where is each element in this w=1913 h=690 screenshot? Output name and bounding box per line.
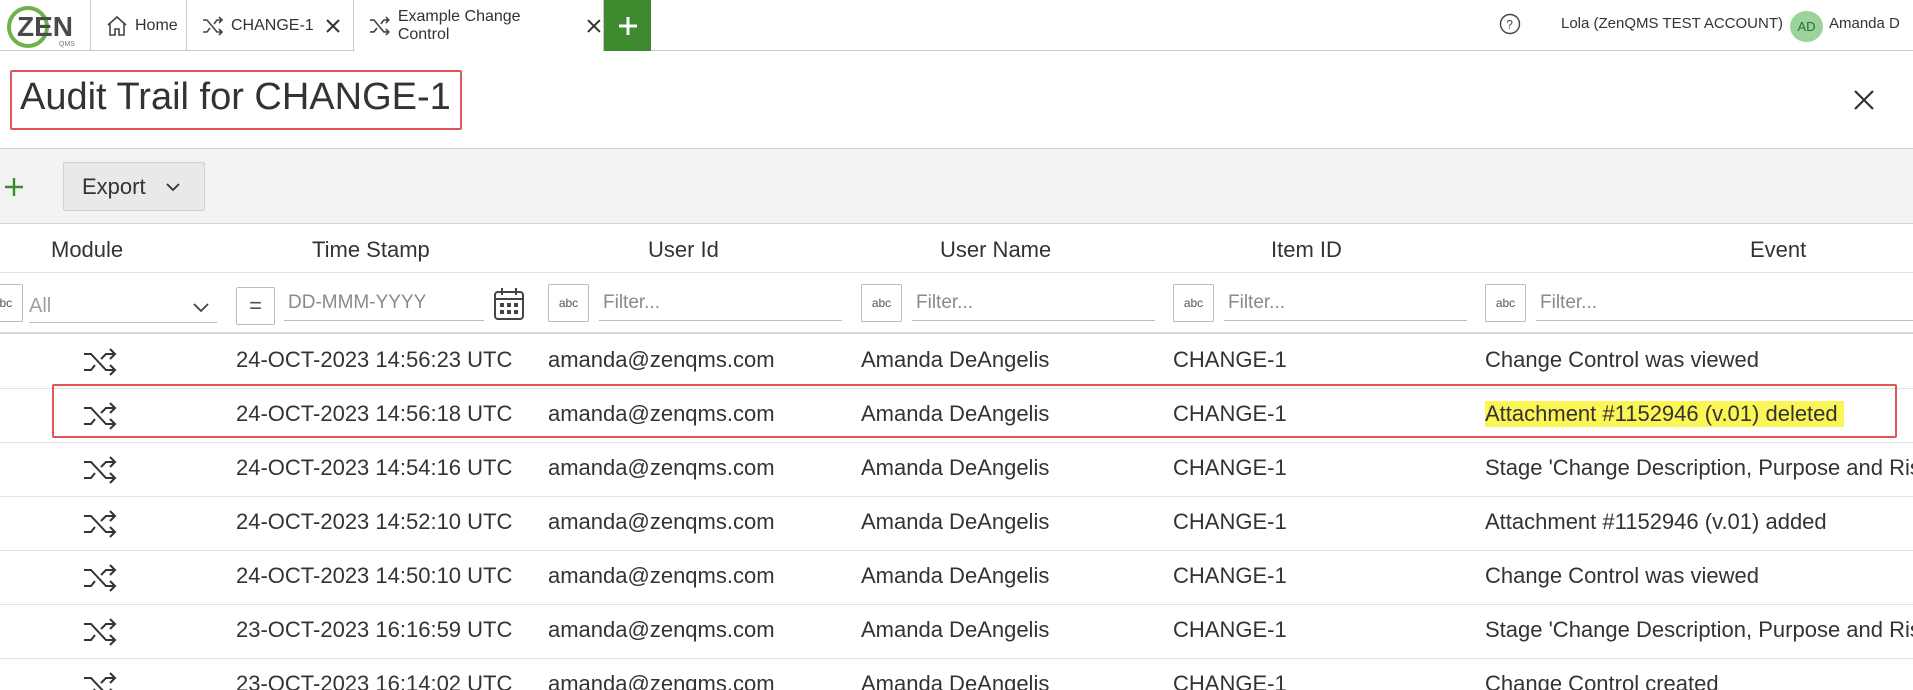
logo-text: ZEN	[17, 11, 73, 42]
event-filter-input[interactable]	[1536, 285, 1913, 321]
account-label[interactable]: Lola (ZenQMS TEST ACCOUNT)	[1561, 15, 1783, 32]
cell-item-id: CHANGE-1	[1173, 347, 1287, 372]
column-header-user-id[interactable]: User Id	[648, 237, 719, 263]
column-header-item-id[interactable]: Item ID	[1271, 237, 1342, 263]
add-tab-button[interactable]	[604, 0, 651, 51]
cell-timestamp: 24-OCT-2023 14:54:16 UTC	[236, 455, 513, 480]
page-title: Audit Trail for CHANGE-1	[20, 76, 451, 118]
module-filter-select[interactable]: All	[29, 289, 217, 323]
cell-user-id: amanda@zenqms.com	[548, 563, 775, 588]
event-filter-type-button[interactable]: abc	[1485, 284, 1526, 322]
chevron-down-icon	[193, 303, 209, 313]
help-icon[interactable]: ?	[1499, 13, 1521, 35]
tab-home[interactable]: Home	[90, 0, 187, 51]
cell-event: Attachment #1152946 (v.01) added	[1485, 509, 1827, 534]
tab-change-1-label: CHANGE-1	[231, 16, 314, 34]
cell-timestamp: 24-OCT-2023 14:50:10 UTC	[236, 563, 513, 588]
grid-header: Module Time Stamp User Id User Name Item…	[0, 225, 1913, 273]
item-id-filter-input[interactable]	[1224, 285, 1467, 321]
logo-subtext: QMS	[59, 41, 75, 48]
cell-user-name: Amanda DeAngelis	[861, 617, 1050, 642]
tab-example-change-control[interactable]: Example Change Control	[354, 0, 604, 52]
cell-user-id: amanda@zenqms.com	[548, 455, 775, 480]
user-name[interactable]: Amanda D	[1829, 15, 1900, 32]
cell-timestamp: 23-OCT-2023 16:16:59 UTC	[236, 617, 513, 642]
shuffle-icon	[203, 15, 224, 36]
cell-user-id: amanda@zenqms.com	[548, 347, 775, 372]
cell-event: Change Control was viewed	[1485, 347, 1759, 372]
change-control-module-icon	[84, 510, 117, 538]
cell-event: Change Control created	[1485, 671, 1719, 690]
cell-user-name: Amanda DeAngelis	[861, 509, 1050, 534]
close-icon[interactable]	[1852, 88, 1876, 112]
zenqms-logo[interactable]: ZEN QMS	[6, 3, 78, 49]
cell-timestamp: 23-OCT-2023 16:14:02 UTC	[236, 671, 513, 690]
table-row[interactable]: 24-OCT-2023 14:50:10 UTC amanda@zenqms.c…	[0, 551, 1913, 605]
column-header-time-stamp[interactable]: Time Stamp	[312, 237, 430, 263]
item-id-filter-type-button[interactable]: abc	[1173, 284, 1214, 322]
change-control-module-icon	[84, 456, 117, 484]
date-filter-input[interactable]	[284, 285, 484, 321]
cell-item-id: CHANGE-1	[1173, 563, 1287, 588]
cell-user-name: Amanda DeAngelis	[861, 347, 1050, 372]
calendar-icon[interactable]	[493, 287, 525, 321]
cell-item-id: CHANGE-1	[1173, 455, 1287, 480]
column-header-user-name[interactable]: User Name	[940, 237, 1051, 263]
column-header-module[interactable]: Module	[51, 237, 123, 263]
tab-example-label: Example Change Control	[397, 7, 521, 43]
export-label: Export	[82, 173, 146, 199]
cell-timestamp: 24-OCT-2023 14:56:23 UTC	[236, 347, 513, 372]
change-control-module-icon	[84, 618, 117, 646]
cell-item-id: CHANGE-1	[1173, 509, 1287, 534]
home-icon	[107, 15, 127, 36]
change-control-module-icon	[84, 348, 117, 376]
row-annotation-box	[52, 384, 1897, 438]
cell-user-id: amanda@zenqms.com	[548, 671, 775, 690]
table-row[interactable]: 24-OCT-2023 14:52:10 UTC amanda@zenqms.c…	[0, 497, 1913, 551]
export-button[interactable]: Export	[63, 162, 205, 211]
cell-user-name: Amanda DeAngelis	[861, 455, 1050, 480]
cell-item-id: CHANGE-1	[1173, 671, 1287, 690]
table-row[interactable]: 23-OCT-2023 16:16:59 UTC amanda@zenqms.c…	[0, 605, 1913, 659]
filter-row: abc All = abc abc abc abc	[0, 273, 1913, 334]
user-id-filter-input[interactable]	[599, 285, 842, 321]
cell-user-id: amanda@zenqms.com	[548, 617, 775, 642]
plus-icon	[618, 16, 637, 35]
svg-text:?: ?	[1506, 18, 1513, 32]
close-tab-icon[interactable]	[585, 17, 603, 35]
shuffle-icon	[369, 16, 390, 35]
module-filter-value: All	[29, 295, 52, 317]
tab-home-label: Home	[135, 16, 178, 34]
cell-event: Stage 'Change Description, Purpose and R…	[1485, 617, 1913, 642]
user-name-filter-type-button[interactable]: abc	[861, 284, 902, 322]
cell-user-id: amanda@zenqms.com	[548, 509, 775, 534]
user-name-filter-input[interactable]	[912, 285, 1155, 321]
table-row[interactable]: 23-OCT-2023 16:14:02 UTC amanda@zenqms.c…	[0, 659, 1913, 690]
cell-event: Change Control was viewed	[1485, 563, 1759, 588]
tab-change-1[interactable]: CHANGE-1	[187, 0, 354, 51]
table-row[interactable]: 24-OCT-2023 14:54:16 UTC amanda@zenqms.c…	[0, 443, 1913, 497]
cell-user-name: Amanda DeAngelis	[861, 563, 1050, 588]
top-bar: ZEN QMS Home CHANGE-1 Example Change Con…	[0, 0, 1913, 52]
column-header-event[interactable]: Event	[1750, 237, 1806, 263]
cell-item-id: CHANGE-1	[1173, 617, 1287, 642]
chevron-down-icon	[165, 182, 180, 191]
change-control-module-icon	[84, 564, 117, 592]
cell-user-name: Amanda DeAngelis	[861, 671, 1050, 690]
table-row[interactable]: 24-OCT-2023 14:56:23 UTC amanda@zenqms.c…	[0, 335, 1913, 389]
user-id-filter-type-button[interactable]: abc	[548, 284, 589, 322]
close-tab-icon[interactable]	[324, 17, 342, 35]
change-control-module-icon	[84, 672, 117, 690]
toolbar: Export	[0, 148, 1913, 224]
date-operator-button[interactable]: =	[236, 287, 275, 325]
add-icon[interactable]	[2, 175, 26, 199]
module-filter-type-button[interactable]: abc	[0, 284, 23, 322]
cell-timestamp: 24-OCT-2023 14:52:10 UTC	[236, 509, 513, 534]
avatar[interactable]: AD	[1790, 11, 1823, 42]
cell-event: Stage 'Change Description, Purpose and R…	[1485, 455, 1913, 480]
